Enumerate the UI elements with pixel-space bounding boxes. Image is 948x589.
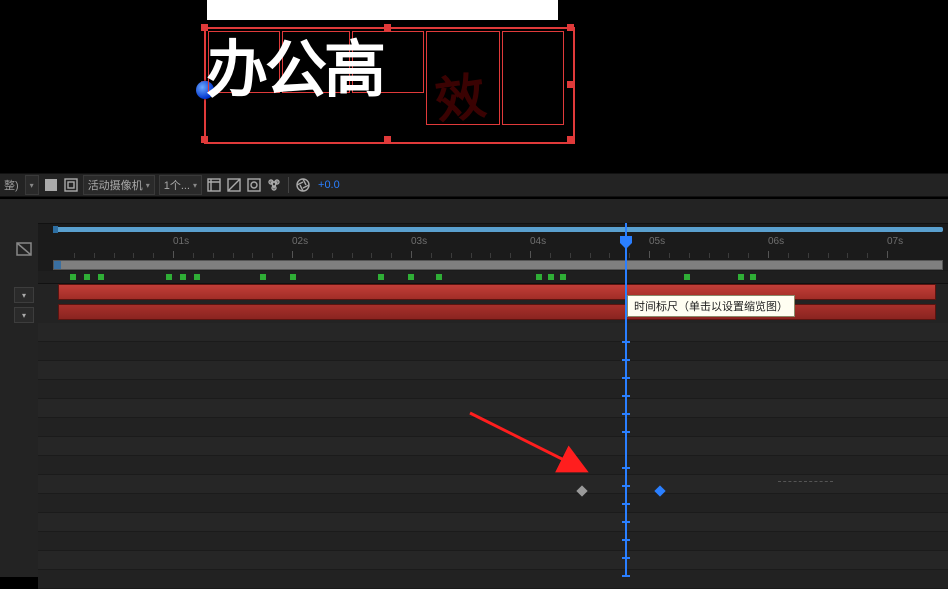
mask-toggle-icon[interactable] <box>63 177 79 193</box>
annotation-arrow <box>38 199 948 582</box>
separator <box>288 177 289 193</box>
chevron-down-icon: ▾ <box>30 181 34 190</box>
timeline-gutter: ▾ ▾ <box>0 199 38 577</box>
resize-handle[interactable] <box>567 81 574 88</box>
timeline-main[interactable]: 01s02s03s04s05s06s07s 时间标尺（单击以设置缩览图） <box>38 199 948 577</box>
exposure-value[interactable]: +0.0 <box>315 179 340 191</box>
resize-handle[interactable] <box>201 136 208 143</box>
selected-text-layer[interactable]: 效 办公高 <box>200 23 575 145</box>
viewer-toolbar: 整) ▾ 活动摄像机▾ 1个...▾ +0.0 <box>0 173 948 197</box>
aperture-icon[interactable] <box>295 177 311 193</box>
comp-mini-icon[interactable] <box>16 241 32 257</box>
resolution-label[interactable]: 整) <box>2 177 21 193</box>
ruler-tooltip: 时间标尺（单击以设置缩览图） <box>627 295 795 317</box>
resize-handle[interactable] <box>384 24 391 31</box>
reset-exposure-icon[interactable] <box>246 177 262 193</box>
layer-twirl[interactable]: ▾ <box>14 287 34 303</box>
view-count-label: 1个... <box>164 177 190 193</box>
dimmed-glyph: 效 <box>430 56 490 134</box>
timeline-panel: ▾ ▾ 01s02s03s04s05s06s07s 时间标尺（单击以设置缩览图） <box>0 199 948 577</box>
view-count-dropdown[interactable]: 1个...▾ <box>159 175 202 195</box>
transparency-grid-icon[interactable] <box>43 177 59 193</box>
glyph-box <box>502 31 564 125</box>
camera-label: 活动摄像机 <box>88 177 143 193</box>
text-content: 办公高 <box>206 19 383 109</box>
guides-icon[interactable] <box>206 177 222 193</box>
channel-icon[interactable] <box>226 177 242 193</box>
chevron-down-icon: ▾ <box>193 181 197 190</box>
resize-handle[interactable] <box>567 136 574 143</box>
resize-handle[interactable] <box>384 136 391 143</box>
resize-handle[interactable] <box>567 24 574 31</box>
resolution-dropdown[interactable]: ▾ <box>25 175 39 195</box>
snapshot-icon[interactable] <box>266 177 282 193</box>
layer-twirl[interactable]: ▾ <box>14 307 34 323</box>
preview-white-rect <box>207 0 558 20</box>
camera-dropdown[interactable]: 活动摄像机▾ <box>83 175 155 195</box>
composition-preview[interactable]: 效 办公高 <box>0 0 948 170</box>
chevron-down-icon: ▾ <box>146 181 150 190</box>
